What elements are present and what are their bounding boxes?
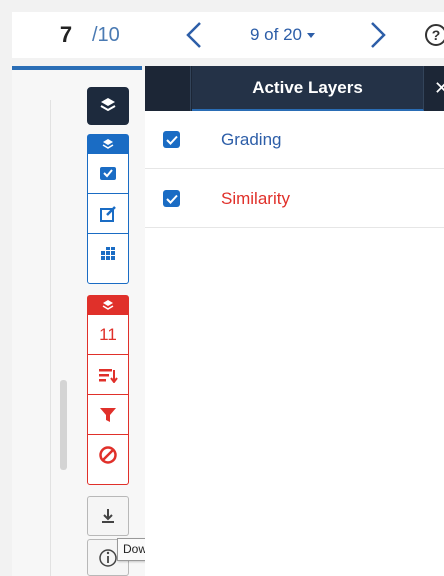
- checkmark-comment-icon: [100, 166, 116, 180]
- help-icon[interactable]: ?: [425, 24, 444, 46]
- all-sources-button[interactable]: [88, 354, 128, 394]
- similarity-layer-header: [88, 296, 128, 314]
- filters-button[interactable]: [88, 394, 128, 434]
- match-count: 11: [99, 324, 117, 344]
- panel-header: Active Layers ✕: [145, 66, 444, 111]
- layers-icon: [100, 98, 116, 112]
- current-page-input[interactable]: 7: [46, 20, 86, 50]
- check-icon: [165, 135, 178, 145]
- pager-bar: 7 /10 9 of 20 ?: [12, 12, 444, 58]
- document-divider: [50, 100, 51, 576]
- edit-icon: [100, 205, 116, 222]
- active-layers-panel: Active Layers ✕ Grading Similarity: [145, 66, 444, 576]
- similarity-layer-checkbox[interactable]: [163, 190, 180, 207]
- similarity-tool-group: 11: [87, 295, 129, 485]
- grid-icon: [101, 246, 115, 260]
- total-pages-label: /10: [92, 24, 120, 46]
- quickmark-button[interactable]: [88, 153, 128, 193]
- layer-row-similarity[interactable]: Similarity: [145, 170, 444, 228]
- block-icon: [99, 445, 117, 464]
- layer-row-grading[interactable]: Grading: [145, 111, 444, 169]
- feedback-summary-button[interactable]: [88, 193, 128, 233]
- panel-header-spacer: [145, 66, 191, 111]
- filter-icon: [100, 407, 116, 422]
- grading-layer-label: Grading: [221, 130, 282, 149]
- similarity-layer-label: Similarity: [221, 189, 290, 208]
- grading-layer-header: [88, 135, 128, 153]
- rubric-button[interactable]: [88, 233, 128, 273]
- grading-layer-checkbox[interactable]: [163, 131, 180, 148]
- info-icon: [99, 548, 117, 567]
- top-navigation-bar: 7 /10 9 of 20 ?: [0, 0, 444, 70]
- submission-count-label: 9 of 20: [250, 25, 302, 44]
- match-overview-button[interactable]: 11: [88, 314, 128, 354]
- excluded-sources-button[interactable]: [88, 434, 128, 474]
- download-icon: [102, 509, 114, 523]
- close-icon[interactable]: ✕: [434, 79, 444, 97]
- chevron-down-icon: [307, 33, 315, 39]
- panel-title: Active Layers: [192, 66, 424, 111]
- submission-selector[interactable]: 9 of 20: [250, 20, 315, 50]
- grading-tool-group: [87, 134, 129, 284]
- document-scrollbar[interactable]: [60, 380, 67, 470]
- previous-submission-icon[interactable]: [180, 20, 210, 50]
- layers-icon: [102, 139, 114, 149]
- sort-list-icon: [99, 368, 118, 383]
- check-icon: [165, 194, 178, 204]
- download-button[interactable]: [87, 496, 129, 536]
- layers-icon: [102, 300, 114, 310]
- layers-button[interactable]: [87, 87, 129, 125]
- next-submission-icon[interactable]: [362, 20, 392, 50]
